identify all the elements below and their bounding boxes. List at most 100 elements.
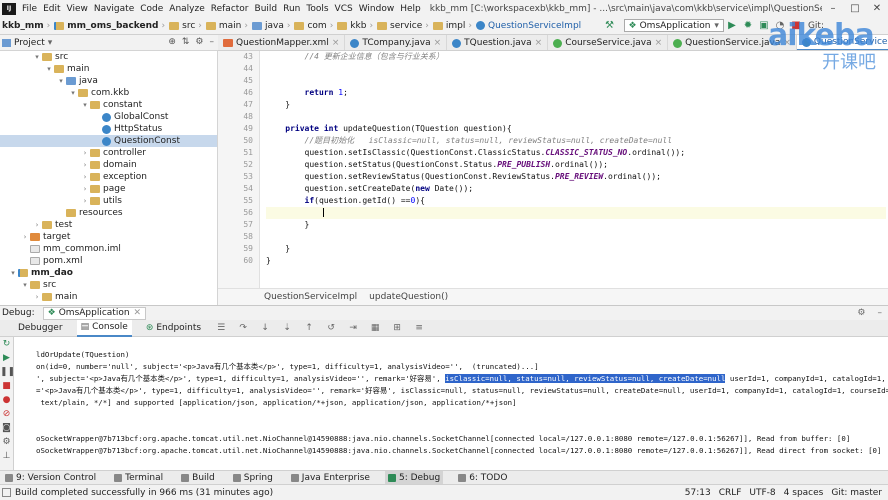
rerun-icon[interactable]: ↻ bbox=[0, 337, 13, 351]
mute-breakpoints-icon[interactable]: ⊘ bbox=[0, 407, 13, 421]
tree-item[interactable]: ▾ com.kkb bbox=[0, 87, 217, 99]
tool-window-tab[interactable]: 6: TODO bbox=[455, 471, 510, 485]
tab-debugger[interactable]: Debugger bbox=[14, 320, 67, 337]
expand-arrow-icon[interactable]: ▾ bbox=[56, 75, 66, 87]
stop-icon[interactable]: ■ bbox=[0, 379, 13, 393]
crumb-java[interactable]: java › bbox=[250, 21, 292, 31]
collapse-icon[interactable]: ⇅ bbox=[182, 37, 190, 47]
editor-tab[interactable]: TCompany.java × bbox=[345, 35, 448, 50]
menu-run[interactable]: Run bbox=[280, 4, 303, 14]
crumb-main[interactable]: main › bbox=[204, 21, 250, 31]
tree-item[interactable]: › page bbox=[0, 183, 217, 195]
code-line[interactable] bbox=[266, 75, 886, 87]
close-tab-icon[interactable]: × bbox=[535, 38, 543, 48]
git-branch[interactable]: Git: master bbox=[831, 488, 882, 498]
tree-item[interactable]: mm_common.iml bbox=[0, 243, 217, 255]
tool-window-tab[interactable]: Terminal bbox=[111, 471, 166, 485]
expand-arrow-icon[interactable]: › bbox=[32, 219, 42, 231]
tree-item[interactable]: ▾ constant bbox=[0, 99, 217, 111]
file-encoding[interactable]: UTF-8 bbox=[749, 488, 775, 498]
menu-analyze[interactable]: Analyze bbox=[166, 4, 207, 14]
tree-item[interactable]: HttpStatus bbox=[0, 123, 217, 135]
tree-item[interactable]: ▾ src bbox=[0, 279, 217, 291]
code-line[interactable]: //题目初始化 isClassic=null, status=null, rev… bbox=[266, 135, 886, 147]
crumb-module[interactable]: mm_oms_backend › bbox=[52, 21, 167, 31]
code-line[interactable]: } bbox=[266, 219, 886, 231]
code-line[interactable] bbox=[266, 207, 886, 219]
step-into-icon[interactable]: ↓ bbox=[259, 323, 271, 333]
code-line[interactable]: } bbox=[266, 255, 886, 267]
expand-arrow-icon[interactable]: ▾ bbox=[32, 51, 42, 63]
step-over-icon[interactable]: ↷ bbox=[237, 323, 249, 333]
code-line[interactable]: question.setIsClassic(QuestionConst.Clas… bbox=[266, 147, 886, 159]
expand-arrow-icon[interactable]: › bbox=[80, 159, 90, 171]
expand-arrow-icon[interactable]: ▾ bbox=[8, 267, 18, 279]
debug-icon[interactable]: ✹ bbox=[740, 20, 756, 31]
view-breakpoints-icon[interactable]: ● bbox=[0, 393, 13, 407]
resume-icon[interactable]: ▶ bbox=[0, 351, 13, 365]
code-line[interactable]: question.setCreateDate(new Date()); bbox=[266, 183, 886, 195]
expand-arrow-icon[interactable]: › bbox=[80, 147, 90, 159]
tree-item[interactable]: › target bbox=[0, 231, 217, 243]
code-line[interactable]: } bbox=[266, 243, 886, 255]
tool-window-tab[interactable]: Java Enterprise bbox=[288, 471, 373, 485]
console-output[interactable]: ldOrUpdate(TQuestion) on(id=0, number='n… bbox=[14, 337, 888, 470]
code-line[interactable] bbox=[266, 111, 886, 123]
tree-item[interactable]: pom.xml bbox=[0, 255, 217, 267]
crumb-src[interactable]: src › bbox=[167, 21, 204, 31]
menu-window[interactable]: Window bbox=[356, 4, 398, 14]
expand-arrow-icon[interactable]: ▾ bbox=[20, 279, 30, 291]
code-line[interactable]: if(question.getId() ==0){ bbox=[266, 195, 886, 207]
hide-icon[interactable]: – bbox=[878, 308, 883, 318]
trace-icon[interactable]: ⊞ bbox=[391, 323, 403, 333]
tool-window-tab[interactable]: 5: Debug bbox=[384, 470, 444, 485]
editor-tab[interactable]: TQuestion.java × bbox=[447, 35, 549, 50]
close-icon[interactable]: ✕ bbox=[866, 3, 888, 14]
tree-item[interactable]: › utils bbox=[0, 195, 217, 207]
close-tab-icon[interactable]: × bbox=[655, 38, 663, 48]
close-icon[interactable]: ✕ bbox=[134, 308, 142, 318]
expand-arrow-icon[interactable]: › bbox=[80, 183, 90, 195]
tree-item[interactable]: › main bbox=[0, 291, 217, 303]
crumb-file[interactable]: QuestionServiceImpl bbox=[474, 21, 583, 31]
expand-arrow-icon[interactable]: › bbox=[80, 195, 90, 207]
crumb-service[interactable]: service › bbox=[375, 21, 431, 31]
tree-item[interactable]: › test bbox=[0, 219, 217, 231]
tree-item[interactable]: QuestionConst bbox=[0, 135, 217, 147]
project-title[interactable]: Project bbox=[14, 38, 45, 48]
layout-icon[interactable]: ☰ bbox=[215, 323, 227, 333]
hide-icon[interactable]: – bbox=[210, 37, 215, 47]
expand-arrow-icon[interactable]: › bbox=[20, 231, 30, 243]
run-to-cursor-icon[interactable]: ⇥ bbox=[347, 323, 359, 333]
expand-arrow-icon[interactable]: ▾ bbox=[44, 63, 54, 75]
locate-icon[interactable]: ⊕ bbox=[168, 37, 176, 47]
tree-item[interactable]: › exception bbox=[0, 171, 217, 183]
tree-item[interactable]: ▾ main bbox=[0, 63, 217, 75]
expand-arrow-icon[interactable]: › bbox=[80, 171, 90, 183]
gear-icon[interactable]: ⚙ bbox=[857, 308, 865, 318]
tree-item[interactable]: › domain bbox=[0, 159, 217, 171]
menu-vcs[interactable]: VCS bbox=[332, 4, 356, 14]
menu-build[interactable]: Build bbox=[252, 4, 281, 14]
caret-position[interactable]: 57:13 bbox=[685, 488, 711, 498]
crumb-project[interactable]: kkb_mm › bbox=[0, 21, 52, 31]
close-tab-icon[interactable]: × bbox=[434, 38, 442, 48]
chevron-down-icon[interactable]: ▾ bbox=[48, 38, 53, 48]
menu-navigate[interactable]: Navigate bbox=[91, 4, 137, 14]
tree-item[interactable]: resources bbox=[0, 207, 217, 219]
indent-setting[interactable]: 4 spaces bbox=[784, 488, 824, 498]
code-line[interactable]: private int updateQuestion(TQuestion que… bbox=[266, 123, 886, 135]
hammer-icon[interactable]: ⚒ bbox=[602, 20, 618, 31]
crumb-com[interactable]: com › bbox=[292, 21, 335, 31]
settings-icon[interactable]: ⚙ bbox=[0, 435, 13, 449]
code-line[interactable] bbox=[266, 231, 886, 243]
menu-help[interactable]: Help bbox=[397, 4, 424, 14]
debug-session-tab[interactable]: ❖ OmsApplication ✕ bbox=[42, 306, 147, 320]
tab-console[interactable]: ▤ Console bbox=[76, 319, 132, 337]
code-line[interactable]: question.setStatus(QuestionConst.Status.… bbox=[266, 159, 886, 171]
tree-item[interactable]: ▾ mm_dao bbox=[0, 267, 217, 279]
code-area[interactable]: //4 更新企业信息（包含与行业关系） return 1; } private … bbox=[266, 51, 886, 267]
menu-refactor[interactable]: Refactor bbox=[208, 4, 252, 14]
step-out-icon[interactable]: ↑ bbox=[303, 323, 315, 333]
code-line[interactable]: question.setReviewStatus(QuestionConst.R… bbox=[266, 171, 886, 183]
